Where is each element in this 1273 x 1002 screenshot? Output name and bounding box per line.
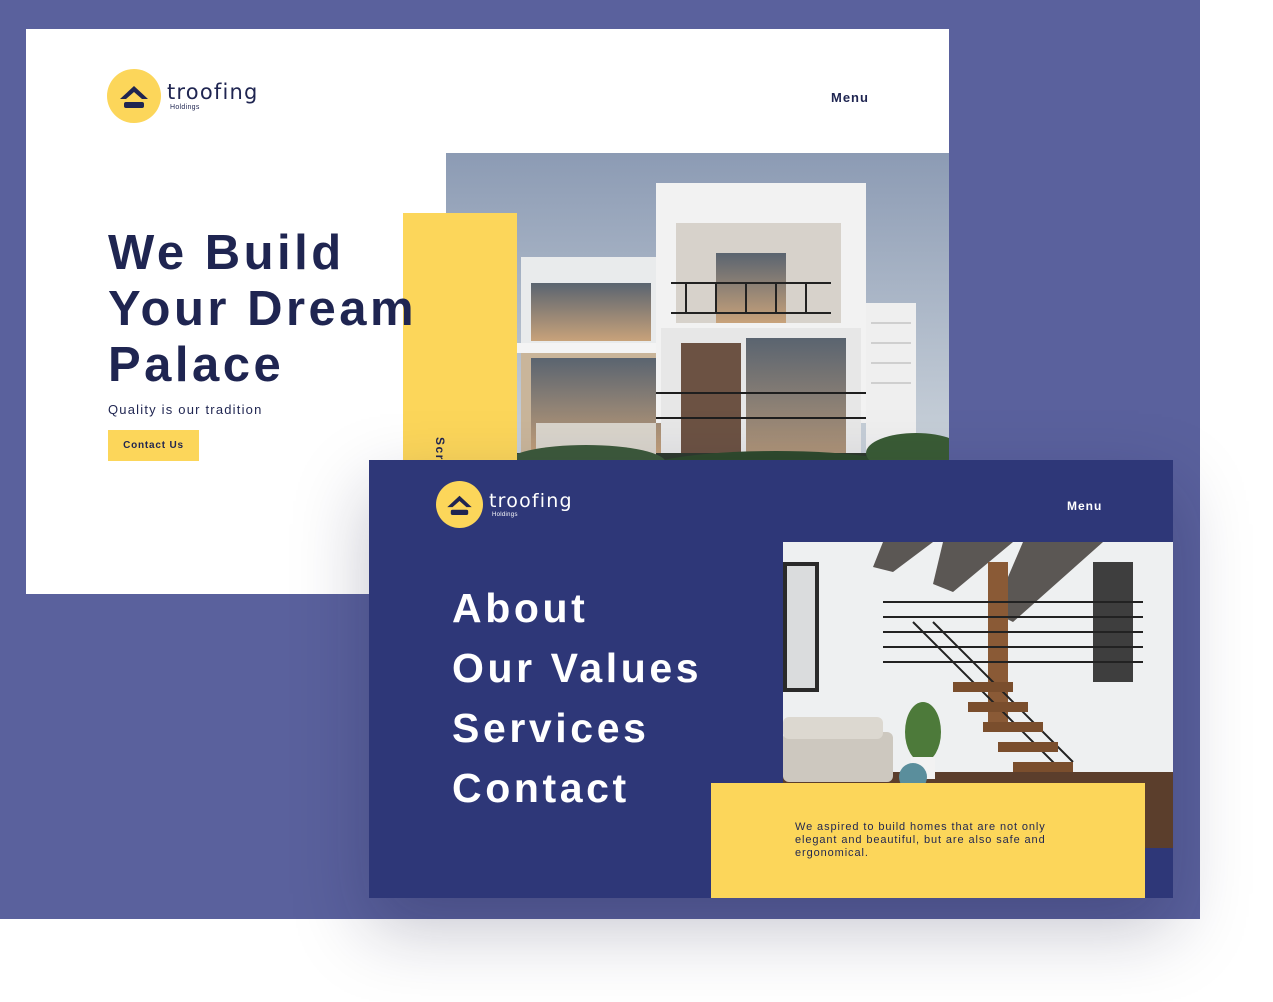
house-roof-icon (107, 69, 161, 123)
headline-line-1: We Build (108, 226, 345, 280)
nav-link-contact[interactable]: Contact (452, 758, 702, 818)
menu-button[interactable]: Menu (1067, 499, 1102, 513)
brand-logo[interactable]: troofing Holdings (436, 481, 573, 528)
headline-line-3: Palace (108, 338, 285, 392)
nav-link-services[interactable]: Services (452, 698, 702, 758)
about-description: We aspired to build homes that are not o… (795, 821, 1046, 859)
headline-line-2: Your Dream (108, 282, 418, 336)
contact-us-button[interactable]: Contact Us (108, 430, 199, 461)
brand-name: troofing (489, 489, 573, 512)
brand-subtitle: Holdings (492, 511, 518, 518)
house-roof-icon (436, 481, 483, 528)
brand-subtitle: Holdings (170, 103, 200, 111)
hero-tagline: Quality is our tradition (108, 402, 263, 417)
about-text-panel: We aspired to build homes that are not o… (711, 783, 1145, 898)
menu-page-card: troofing Holdings Menu About Our Values … (369, 460, 1173, 898)
main-navigation: About Our Values Services Contact (452, 578, 702, 818)
menu-button[interactable]: Menu (831, 90, 869, 105)
nav-link-our-values[interactable]: Our Values (452, 638, 702, 698)
hero-headline: We Build Your Dream Palace (108, 225, 417, 393)
brand-logo[interactable]: troofing Holdings (107, 69, 259, 123)
nav-link-about[interactable]: About (452, 578, 702, 638)
brand-name: troofing (167, 79, 259, 104)
